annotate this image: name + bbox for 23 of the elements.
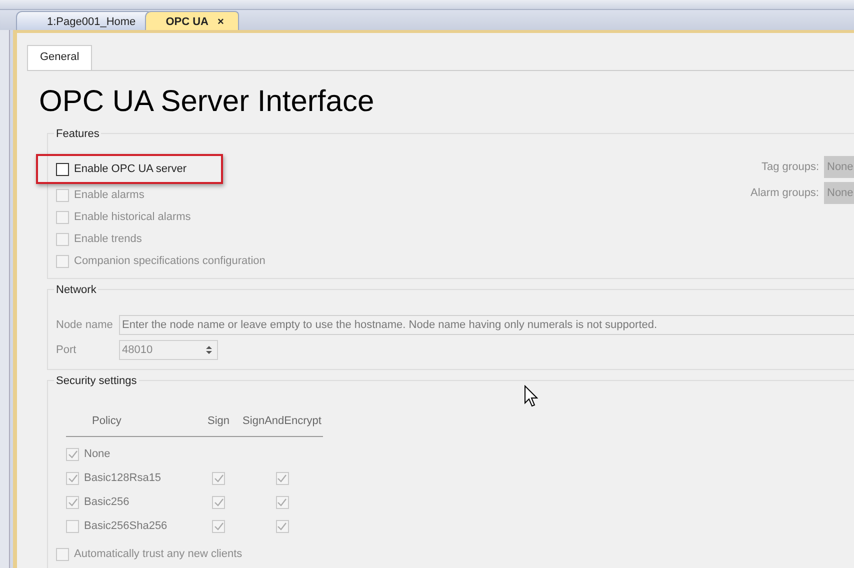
- field-label: Alarm groups:: [750, 186, 819, 201]
- column-header: Sign: [206, 414, 231, 429]
- column-header: Policy: [91, 414, 122, 429]
- field-label: Tag groups:: [762, 160, 819, 175]
- checkbox-label: Companion specifications configuration: [74, 254, 266, 269]
- column-header: SignAndEncrypt: [242, 414, 322, 429]
- checkbox[interactable]: [56, 162, 69, 176]
- policy-name: Basic256: [84, 495, 130, 510]
- close-icon[interactable]: ×: [217, 16, 224, 28]
- mouse-pointer-icon: [524, 385, 538, 408]
- document-tab[interactable]: OPC UA ×: [144, 11, 239, 30]
- policy-name: None: [84, 447, 110, 462]
- policy-name: Basic128Rsa15: [84, 471, 162, 486]
- checkbox-label: Automatically trust any new clients: [74, 546, 242, 562]
- checkbox-label: Enable alarms: [74, 188, 144, 203]
- page-tab[interactable]: General: [27, 45, 92, 70]
- checkbox-label: Enable trends: [74, 232, 142, 247]
- page-title: OPC UA Server Interface: [39, 84, 376, 118]
- field-label: Port: [56, 342, 78, 358]
- field-label: Node name: [56, 318, 114, 333]
- checkbox-label: Enable historical alarms: [74, 210, 191, 225]
- policy-name: Basic256Sha256: [84, 519, 168, 534]
- checkbox-label: Enable OPC UA server: [74, 162, 186, 177]
